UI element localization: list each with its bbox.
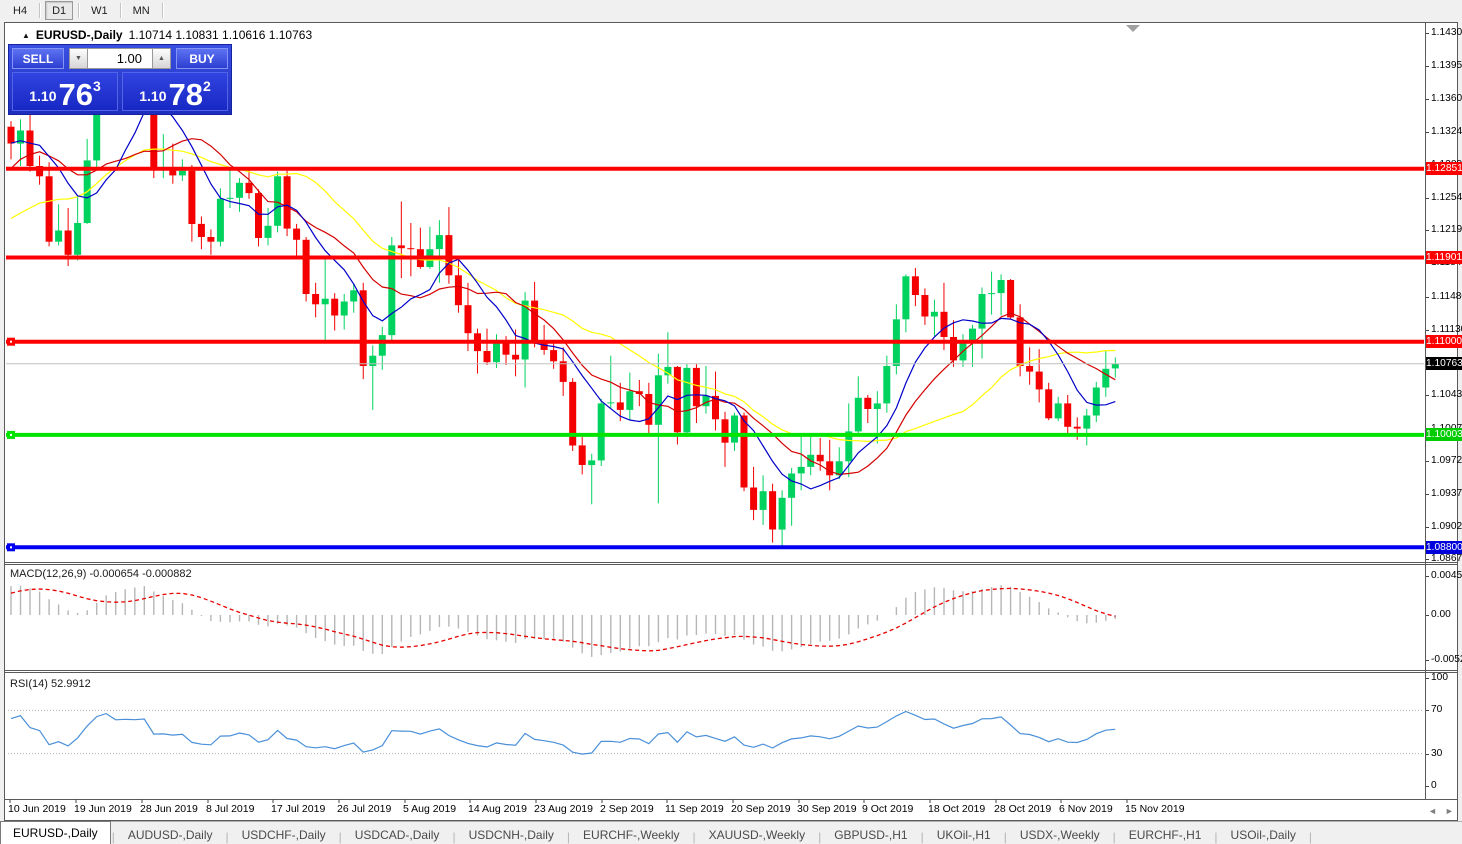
price-tick-70: 70 bbox=[1431, 704, 1442, 715]
date-label: 28 Oct 2019 bbox=[994, 803, 1051, 815]
chart-tab-eurchf-weekly[interactable]: EURCHF-,Weekly bbox=[571, 825, 691, 844]
macd-indicator-label: MACD(12,26,9) -0.000654 -0.000882 bbox=[10, 568, 192, 580]
price-tick-0.004536: 0.004536 bbox=[1431, 570, 1462, 581]
price-badge-1.10763: 1.10763 bbox=[1426, 357, 1462, 370]
buy-price-box[interactable]: 1.10 78 2 bbox=[122, 72, 228, 111]
buy-price-prefix: 1.10 bbox=[139, 88, 166, 104]
date-label: 8 Jul 2019 bbox=[206, 803, 254, 815]
chart-tab-usdcad-daily[interactable]: USDCAD-,Daily bbox=[343, 825, 452, 844]
volume-down-icon[interactable]: ▼ bbox=[69, 48, 88, 69]
price-tick-1.10430: 1.10430 bbox=[1431, 389, 1462, 400]
date-label: 18 Oct 2019 bbox=[928, 803, 985, 815]
toolbar-separator bbox=[162, 3, 163, 18]
chart-tab-xauusd-weekly[interactable]: XAUUSD-,Weekly bbox=[697, 825, 817, 844]
date-label: 19 Jun 2019 bbox=[74, 803, 132, 815]
date-label: 30 Sep 2019 bbox=[797, 803, 857, 815]
buy-button[interactable]: BUY bbox=[176, 48, 228, 69]
date-axis: 10 Jun 2019 19 Jun 2019 28 Jun 2019 8 Jul 2… bbox=[0, 803, 1425, 819]
volume-stepper: ▼ 1.00 ▲ bbox=[69, 48, 171, 69]
toolbar-separator bbox=[39, 3, 40, 18]
chart-ohlc-values: 1.10714 1.10831 1.10616 1.10763 bbox=[129, 28, 313, 42]
date-label: 6 Nov 2019 bbox=[1059, 803, 1113, 815]
price-tick-1.09720: 1.09720 bbox=[1431, 455, 1462, 466]
tab-divider: | bbox=[1308, 830, 1313, 844]
toolbar-separator bbox=[78, 3, 79, 18]
price-tick--0.005205: -0.005205 bbox=[1431, 654, 1462, 665]
buy-price-sup: 2 bbox=[203, 78, 211, 94]
date-label: 26 Jul 2019 bbox=[337, 803, 391, 815]
price-tick-1.09370: 1.09370 bbox=[1431, 488, 1462, 499]
price-tick-30: 30 bbox=[1431, 748, 1442, 759]
date-label: 20 Sep 2019 bbox=[731, 803, 791, 815]
price-badge-1.10003: 1.10003 bbox=[1426, 428, 1462, 441]
volume-input[interactable]: 1.00 bbox=[88, 48, 152, 69]
scroll-left-icon[interactable]: ◄ bbox=[1428, 806, 1437, 816]
price-badge-1.11000: 1.11000 bbox=[1426, 335, 1462, 348]
date-label: 15 Nov 2019 bbox=[1125, 803, 1185, 815]
price-badge-1.08800: 1.08800 bbox=[1426, 541, 1462, 554]
timeframe-button-mn[interactable]: MN bbox=[126, 1, 157, 20]
chart-tab-eurusd-daily[interactable]: EURUSD-,Daily bbox=[0, 821, 111, 844]
date-label: 23 Aug 2019 bbox=[534, 803, 593, 815]
price-tick-1.12540: 1.12540 bbox=[1431, 192, 1462, 203]
chart-tab-eurchf-h1[interactable]: EURCHF-,H1 bbox=[1117, 825, 1214, 844]
date-label: 14 Aug 2019 bbox=[468, 803, 527, 815]
sell-price-prefix: 1.10 bbox=[29, 88, 56, 104]
date-label: 17 Jul 2019 bbox=[271, 803, 325, 815]
price-badge-1.12851: 1.12851 bbox=[1426, 162, 1462, 175]
chart-tab-usdchf-daily[interactable]: USDCHF-,Daily bbox=[230, 825, 338, 844]
one-click-trade-panel: SELL ▼ 1.00 ▲ BUY 1.10 76 3 1.10 78 2 bbox=[8, 44, 232, 115]
chart-tab-usoil-daily[interactable]: USOil-,Daily bbox=[1219, 825, 1308, 844]
price-tick-1.13950: 1.13950 bbox=[1431, 60, 1462, 71]
toolbar-separator bbox=[120, 3, 121, 18]
volume-up-icon[interactable]: ▲ bbox=[152, 48, 171, 69]
date-label: 11 Sep 2019 bbox=[665, 803, 724, 815]
chart-canvas[interactable] bbox=[0, 0, 1462, 844]
chart-tab-gbpusd-h1[interactable]: GBPUSD-,H1 bbox=[822, 825, 919, 844]
price-tick-1.13240: 1.13240 bbox=[1431, 126, 1462, 137]
sell-button[interactable]: SELL bbox=[12, 48, 64, 69]
chart-tab-usdcnh-daily[interactable]: USDCNH-,Daily bbox=[457, 825, 566, 844]
price-axis: 1.143001.139501.136001.132401.128901.125… bbox=[1426, 22, 1462, 822]
sell-price-sup: 3 bbox=[93, 78, 101, 94]
date-label: 9 Oct 2019 bbox=[862, 803, 913, 815]
timeframe-toolbar: H4 D1 W1 MN bbox=[0, 0, 1462, 21]
timeframe-button-w1[interactable]: W1 bbox=[84, 1, 115, 20]
price-tick-100: 100 bbox=[1431, 672, 1448, 683]
price-tick-0.00: 0.00 bbox=[1431, 609, 1451, 620]
date-label: 10 Jun 2019 bbox=[8, 803, 66, 815]
price-tick-0: 0 bbox=[1431, 780, 1437, 791]
date-label: 5 Aug 2019 bbox=[403, 803, 456, 815]
date-label: 2 Sep 2019 bbox=[600, 803, 654, 815]
scroll-right-icon[interactable]: ► bbox=[1445, 806, 1454, 816]
chart-tab-usdx-weekly[interactable]: USDX-,Weekly bbox=[1008, 825, 1112, 844]
price-tick-1.11480: 1.11480 bbox=[1431, 291, 1462, 302]
axis-scroll-arrows: ◄ ► bbox=[1428, 806, 1454, 816]
chart-tab-audusd-daily[interactable]: AUDUSD-,Daily bbox=[116, 825, 225, 844]
price-tick-1.13600: 1.13600 bbox=[1431, 93, 1462, 104]
date-label: 28 Jun 2019 bbox=[140, 803, 198, 815]
price-tick-1.11130: 1.11130 bbox=[1431, 324, 1462, 335]
chart-tab-ukoil-h1[interactable]: UKOil-,H1 bbox=[925, 825, 1003, 844]
price-tick-1.08670: 1.08670 bbox=[1431, 553, 1462, 564]
price-tick-1.12190: 1.12190 bbox=[1431, 224, 1462, 235]
chart-symbol-label: EURUSD-,Daily bbox=[36, 28, 123, 42]
price-badge-1.11901: 1.11901 bbox=[1426, 251, 1462, 264]
sell-price-box[interactable]: 1.10 76 3 bbox=[12, 72, 118, 111]
rsi-indicator-label: RSI(14) 52.9912 bbox=[10, 678, 91, 690]
sell-price-big: 76 bbox=[58, 82, 92, 108]
price-tick-1.14300: 1.14300 bbox=[1431, 27, 1462, 38]
timeframe-button-d1[interactable]: D1 bbox=[45, 1, 73, 20]
timeframe-button-h4[interactable]: H4 bbox=[6, 1, 34, 20]
chart-tab-bar: EURUSD-,Daily|AUDUSD-,Daily|USDCHF-,Dail… bbox=[0, 821, 1462, 844]
buy-price-big: 78 bbox=[168, 82, 202, 108]
collapse-panel-icon[interactable]: ▲ bbox=[22, 31, 30, 40]
price-tick-1.09020: 1.09020 bbox=[1431, 521, 1462, 532]
chart-title: ▲ EURUSD-,Daily 1.10714 1.10831 1.10616 … bbox=[22, 28, 312, 42]
